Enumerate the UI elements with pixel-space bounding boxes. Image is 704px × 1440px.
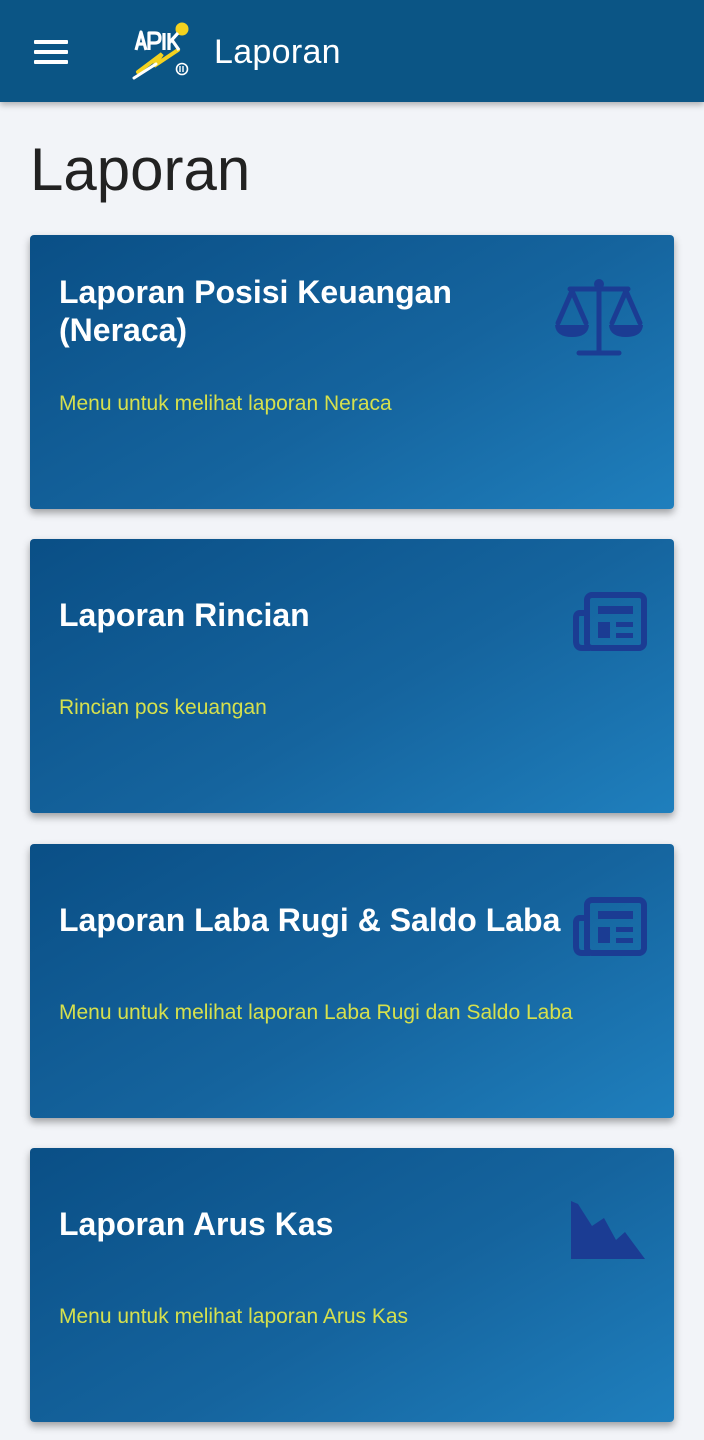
card-laporan-arus-kas[interactable]: Laporan Arus Kas Menu untuk melihat lapo… [30,1148,674,1422]
newspaper-icon [573,592,647,651]
menu-icon-line [34,60,68,64]
card-laporan-rincian[interactable]: Laporan Rincian Rincian pos keuangan [30,539,674,813]
app-bar: Laporan [0,0,704,102]
card-description: Menu untuk melihat laporan Arus Kas [59,1305,409,1328]
area-chart-icon [571,1201,645,1259]
app-bar-title: Laporan [214,33,341,71]
menu-icon-line [34,50,68,54]
card-laporan-laba-rugi[interactable]: Laporan Laba Rugi & Saldo Laba Menu untu… [30,844,674,1118]
newspaper-icon [573,897,647,956]
hamburger-menu-button[interactable] [34,40,70,66]
card-description: Rincian pos keuangan [59,696,267,719]
page-title: Laporan [30,136,251,203]
card-description: Menu untuk melihat laporan Laba Rugi dan… [59,1001,573,1024]
balance-scale-icon [555,279,643,356]
menu-icon-line [34,40,68,44]
card-title: Laporan Rincian [59,597,310,633]
card-title: Laporan Laba Rugi & Saldo Laba [59,902,561,938]
apik-logo [132,22,189,80]
card-title: Laporan Posisi Keuangan (Neraca) [59,274,452,348]
card-laporan-neraca[interactable]: Laporan Posisi Keuangan (Neraca) Menu un… [30,235,674,509]
card-title: Laporan Arus Kas [59,1206,334,1242]
card-description: Menu untuk melihat laporan Neraca [59,392,392,415]
